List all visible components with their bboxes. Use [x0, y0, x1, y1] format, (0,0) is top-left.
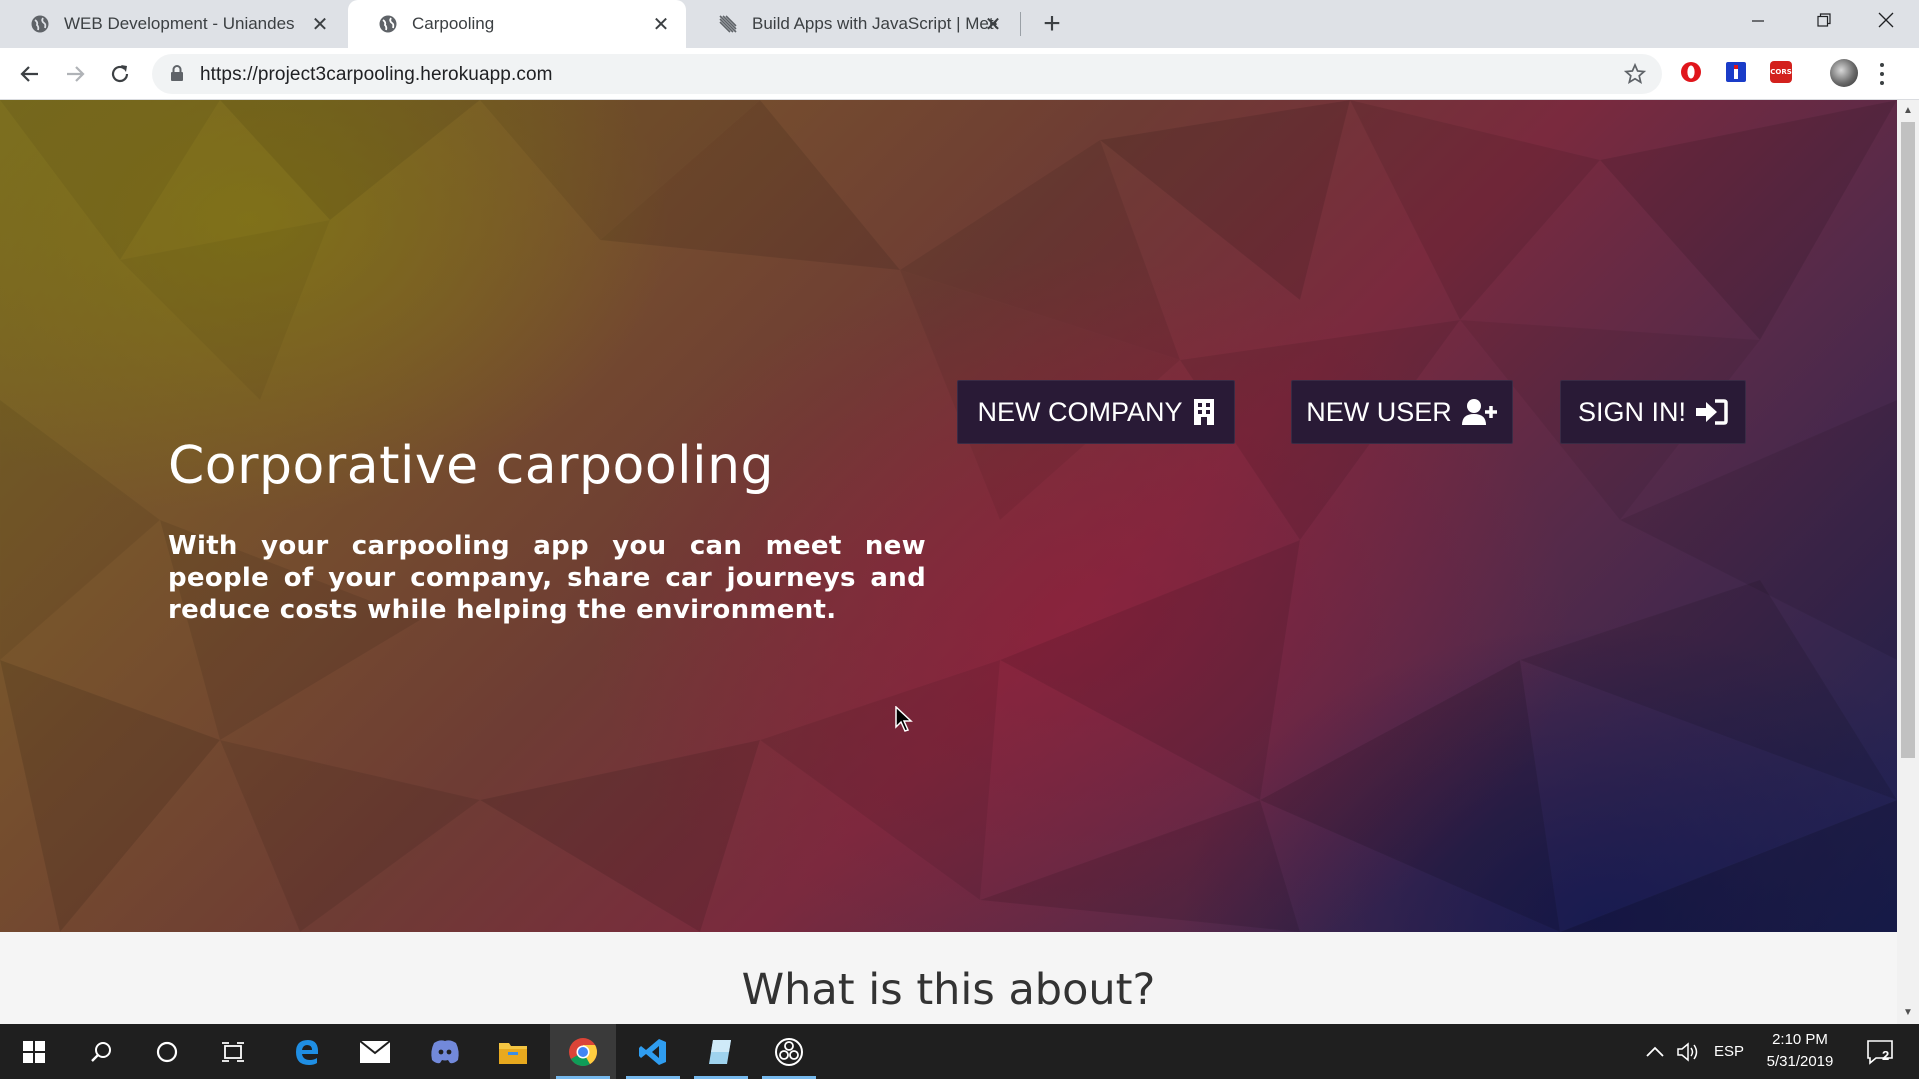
tab-web-development[interactable]: WEB Development - Uniandes ✕	[0, 0, 345, 48]
sign-in-label: SIGN IN!	[1577, 396, 1686, 427]
windows-start-icon	[23, 1040, 45, 1063]
globe-icon	[379, 15, 397, 33]
taskbar-clock[interactable]: 2:10 PM 5/31/2019	[1752, 1029, 1848, 1073]
user-plus-icon	[1461, 399, 1497, 425]
browser-toolbar: https://project3carpooling.herokuapp.com…	[0, 48, 1919, 100]
close-window-button[interactable]	[1853, 0, 1919, 40]
tab-title: Build Apps with JavaScript | Mete	[752, 14, 997, 33]
notification-count: 2	[1882, 1048, 1890, 1063]
opera-icon[interactable]	[1680, 61, 1702, 83]
close-tab-icon[interactable]: ✕	[650, 13, 672, 36]
vscode-icon	[639, 1038, 666, 1065]
edge-icon	[296, 1039, 319, 1065]
search-icon	[91, 1041, 111, 1062]
hero-section: Corporative carpooling With your carpool…	[0, 100, 1897, 932]
clock-time: 2:10 PM	[1772, 1031, 1828, 1048]
close-icon	[1878, 12, 1894, 28]
clock-date: 5/31/2019	[1766, 1053, 1834, 1070]
obs-icon	[775, 1037, 803, 1066]
minimize-button[interactable]	[1725, 0, 1791, 40]
chrome-icon	[569, 1037, 597, 1066]
new-company-label: NEW COMPANY	[977, 396, 1183, 427]
taskbar-discord[interactable]	[412, 1024, 478, 1079]
tab-carpooling[interactable]: Carpooling ✕	[348, 0, 686, 48]
menu-dot	[1880, 81, 1884, 86]
arrow-forward-icon	[67, 66, 85, 82]
scroll-up-arrow-icon[interactable]: ▲	[1903, 106, 1913, 116]
tab-title: Carpooling	[412, 14, 495, 33]
low-poly-background	[0, 100, 1897, 932]
menu-dot	[1880, 62, 1884, 67]
cors-icon[interactable]: CORS	[1770, 61, 1792, 83]
reload-button[interactable]	[104, 58, 136, 90]
mail-icon	[359, 1039, 391, 1063]
new-user-button[interactable]: NEW USER	[1291, 380, 1513, 444]
bookmark-star-icon[interactable]	[1624, 63, 1646, 85]
language-label: ESP	[1714, 1043, 1745, 1060]
taskbar-search-button[interactable]	[68, 1024, 134, 1079]
sign-in-icon	[1696, 399, 1728, 425]
back-button[interactable]	[14, 58, 46, 90]
extension-blue-icon[interactable]	[1725, 61, 1747, 83]
hero-description: With your carpooling app you can meet ne…	[168, 531, 926, 625]
mouse-cursor-icon	[895, 706, 913, 732]
address-bar[interactable]: https://project3carpooling.herokuapp.com	[152, 54, 1662, 94]
volume-icon	[1677, 1041, 1698, 1062]
language-indicator[interactable]: ESP	[1714, 1024, 1744, 1079]
windows-taskbar: ESP 2:10 PM 5/31/2019 2	[0, 1024, 1919, 1079]
building-icon	[1193, 399, 1214, 425]
globe-icon	[31, 15, 49, 33]
tab-separator	[1020, 12, 1021, 36]
scroll-down-arrow-icon[interactable]: ▼	[1903, 1008, 1913, 1018]
meteor-icon	[719, 15, 737, 33]
page-viewport: Corporative carpooling With your carpool…	[0, 100, 1897, 1024]
taskbar-obs[interactable]	[756, 1024, 822, 1079]
action-center-button[interactable]: 2	[1860, 1024, 1900, 1079]
tray-overflow-button[interactable]	[1642, 1024, 1668, 1079]
new-user-label: NEW USER	[1306, 396, 1452, 427]
taskbar-edge[interactable]	[274, 1024, 340, 1079]
app-icon	[709, 1039, 731, 1064]
browser-tab-strip: WEB Development - Uniandes ✕ Carpooling …	[0, 0, 1919, 48]
profile-avatar[interactable]	[1830, 59, 1858, 87]
new-company-button[interactable]: NEW COMPANY	[957, 380, 1235, 444]
tab-meteor[interactable]: Build Apps with JavaScript | Mete ✕	[688, 0, 1018, 48]
task-view-icon	[222, 1041, 244, 1062]
tab-title: WEB Development - Uniandes	[64, 14, 295, 33]
notification-icon	[1867, 1039, 1893, 1065]
start-button[interactable]	[0, 1024, 68, 1079]
lock-icon	[171, 65, 183, 81]
file-explorer-icon	[499, 1042, 527, 1064]
hero-title: Corporative carpooling	[168, 436, 775, 496]
url-text: https://project3carpooling.herokuapp.com	[200, 64, 553, 85]
restore-button[interactable]	[1791, 0, 1857, 40]
taskbar-file-explorer[interactable]	[480, 1024, 546, 1079]
cortana-icon	[156, 1041, 178, 1062]
arrow-back-icon	[20, 66, 38, 82]
task-view-button[interactable]	[200, 1024, 266, 1079]
new-tab-button[interactable]: +	[1036, 7, 1068, 40]
minimize-icon	[1752, 20, 1764, 22]
taskbar-mail[interactable]	[342, 1024, 408, 1079]
taskbar-app[interactable]	[688, 1024, 754, 1079]
cors-label: CORS	[1770, 68, 1792, 76]
close-tab-icon[interactable]: ✕	[309, 13, 331, 36]
volume-button[interactable]	[1674, 1024, 1704, 1079]
page-scrollbar[interactable]: ▲ ▼	[1897, 100, 1919, 1024]
taskbar-vscode[interactable]	[620, 1024, 686, 1079]
close-tab-icon[interactable]: ✕	[982, 13, 1004, 36]
section-title: What is this about?	[741, 965, 1156, 1015]
forward-button[interactable]	[59, 58, 91, 90]
taskbar-chrome[interactable]	[550, 1024, 616, 1079]
restore-icon	[1817, 13, 1831, 27]
chrome-menu-button[interactable]	[1876, 60, 1888, 88]
menu-dot	[1880, 71, 1884, 76]
sign-in-button[interactable]: SIGN IN!	[1560, 380, 1746, 444]
scrollbar-thumb[interactable]	[1901, 122, 1915, 758]
cortana-button[interactable]	[134, 1024, 200, 1079]
chevron-up-icon	[1646, 1046, 1664, 1057]
reload-icon	[111, 65, 129, 83]
discord-icon	[431, 1039, 459, 1063]
